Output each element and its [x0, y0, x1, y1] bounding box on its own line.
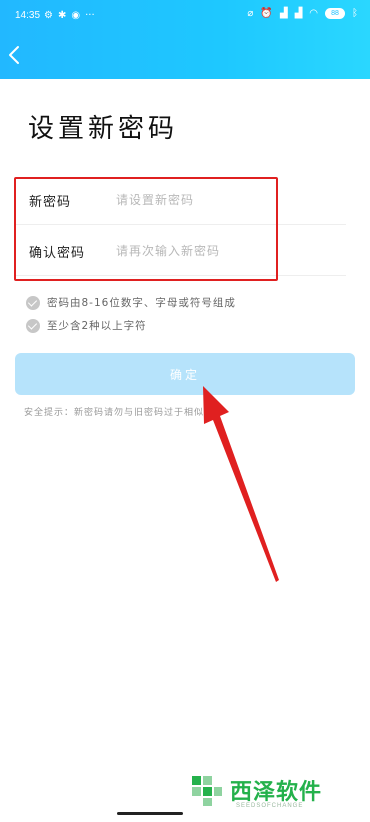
- new-password-label: 新密码: [29, 195, 72, 210]
- password-rule-text: 至少含2种以上字符: [47, 320, 147, 332]
- app-icon-2: ✱: [57, 10, 67, 21]
- new-password-row: 新密码: [14, 175, 346, 225]
- wifi-icon: ◠: [309, 8, 318, 19]
- new-password-input[interactable]: [116, 187, 336, 213]
- status-right-icons: ⌀ ⏰ ▟ ▟ ◠ 88 ᛒ: [247, 8, 358, 19]
- confirm-password-row: 确认密码: [14, 226, 346, 276]
- bluetooth-icon: ᛒ: [352, 8, 358, 19]
- watermark-text: 西泽软件: [230, 780, 323, 805]
- puzzle-logo-icon: [192, 776, 222, 806]
- hd-signal-icon: ▟: [294, 8, 303, 19]
- red-arrow-shape: [203, 386, 279, 582]
- status-time: 14:35: [15, 10, 41, 21]
- chevron-left-icon[interactable]: [5, 41, 25, 69]
- check-circle-icon: [26, 295, 40, 310]
- more-dots-icon: ···: [85, 10, 95, 21]
- confirm-password-input[interactable]: [116, 238, 336, 264]
- watermark-logo: 西泽软件 SEEDSOFCHANGE: [190, 774, 360, 818]
- page-title: 设置新密码: [28, 114, 179, 144]
- confirm-password-label: 确认密码: [29, 246, 86, 261]
- app-header: 14:35 ⚙ ✱ ◉ ··· ⌀ ⏰ ▟ ▟ ◠ 88 ᛒ: [0, 0, 370, 79]
- password-rule-text: 密码由8-16位数字、字母或符号组成: [47, 297, 236, 309]
- app-icon-1: ⚙: [44, 10, 53, 21]
- status-bar: 14:35 ⚙ ✱ ◉ ··· ⌀ ⏰ ▟ ▟ ◠ 88 ᛒ: [0, 0, 370, 32]
- status-left-icons: ⚙ ✱ ◉ ···: [44, 10, 95, 21]
- password-rule: 密码由8-16位数字、字母或符号组成: [26, 295, 236, 310]
- home-indicator[interactable]: [117, 812, 183, 815]
- confirm-button[interactable]: 确定: [15, 353, 355, 395]
- security-tip: 安全提示：新密码请勿与旧密码过于相似。: [24, 408, 215, 418]
- password-rule: 至少含2种以上字符: [26, 318, 147, 333]
- app-icon-3: ◉: [71, 10, 81, 21]
- battery-icon: 88: [325, 8, 345, 19]
- check-circle-icon: [26, 318, 40, 333]
- nfc-icon: ⌀: [247, 8, 254, 19]
- hd-signal-icon: ▟: [279, 8, 288, 19]
- alarm-icon: ⏰: [260, 8, 273, 19]
- watermark-subtext: SEEDSOFCHANGE: [236, 803, 304, 809]
